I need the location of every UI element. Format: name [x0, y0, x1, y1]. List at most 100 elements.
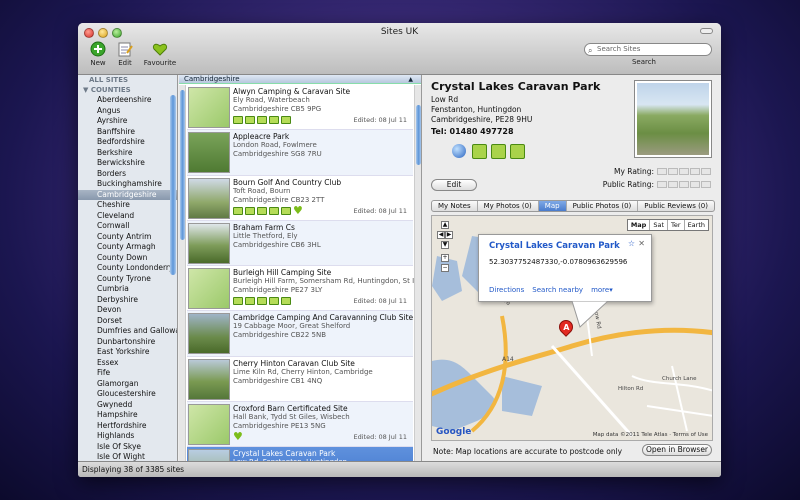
- sidebar-item-county-down[interactable]: County Down: [78, 253, 177, 264]
- tab-my-photos-0[interactable]: My Photos (0): [478, 201, 539, 211]
- bubble-coordinates: 52.3037752487330,-0.0780963629596: [489, 258, 628, 266]
- my-rating-stars[interactable]: [657, 168, 711, 175]
- sidebar-item-borders[interactable]: Borders: [78, 169, 177, 180]
- map-type-earth[interactable]: Earth: [685, 220, 708, 230]
- search-label: Search: [631, 58, 656, 66]
- map-view[interactable]: A1096 A14 Low Rd Church Lane Hilton Rd ▲…: [431, 215, 713, 441]
- site-thumbnail: [188, 177, 230, 219]
- list-item-title: Croxford Barn Certificated Site: [233, 404, 348, 414]
- sidebar-item-aberdeenshire[interactable]: Aberdeenshire: [78, 95, 177, 106]
- sidebar-scrollbar[interactable]: [170, 95, 176, 275]
- tab-public-reviews-0[interactable]: Public Reviews (0): [638, 201, 714, 211]
- sidebar-item-dorset[interactable]: Dorset: [78, 316, 177, 327]
- sidebar-item-berwickshire[interactable]: Berwickshire: [78, 158, 177, 169]
- sidebar-item-berkshire[interactable]: Berkshire: [78, 148, 177, 159]
- open-in-browser-button[interactable]: Open in Browser: [642, 444, 712, 456]
- sidebar-item-gloucestershire[interactable]: Gloucestershire: [78, 389, 177, 400]
- sidebar-item-dunbartonshire[interactable]: Dunbartonshire: [78, 337, 177, 348]
- list-item-title: Braham Farm Cs: [233, 222, 295, 232]
- sidebar-item-cornwall[interactable]: Cornwall: [78, 221, 177, 232]
- sidebar-item-fife[interactable]: Fife: [78, 368, 177, 379]
- sidebar-item-cleveland[interactable]: Cleveland: [78, 211, 177, 222]
- pan-left-button[interactable]: ◀: [437, 231, 445, 239]
- sidebar-item-highlands[interactable]: Highlands: [78, 431, 177, 442]
- list-item-address: Toft Road, Bourn: [233, 186, 291, 195]
- list-scrollbar[interactable]: [414, 85, 421, 461]
- list-item[interactable]: Cambridge Camping And Caravanning Club S…: [187, 311, 413, 357]
- sidebar-item-county-armagh[interactable]: County Armagh: [78, 242, 177, 253]
- sidebar-counties-header[interactable]: ▼ COUNTIES: [78, 85, 177, 95]
- sidebar-item-county-londonderry[interactable]: County Londonderry: [78, 263, 177, 274]
- directions-link[interactable]: Directions: [489, 286, 524, 294]
- sidebar-all-sites[interactable]: ALL SITES: [78, 75, 177, 85]
- pan-right-button[interactable]: ▶: [445, 231, 453, 239]
- list-left-scrollbar[interactable]: [179, 85, 186, 461]
- sidebar: ALL SITES ▼ COUNTIES Aberdeenshire Angus A…: [78, 75, 178, 461]
- search-nearby-link[interactable]: Search nearby: [532, 286, 583, 294]
- sidebar-item-buckinghamshire[interactable]: Buckinghamshire: [78, 179, 177, 190]
- tab-map[interactable]: Map: [538, 201, 567, 211]
- list-item[interactable]: Burleigh Hill Camping Site Burleigh Hill…: [187, 266, 418, 312]
- list-item[interactable]: Appleacre Park London Road, Fowlmere Cam…: [187, 130, 413, 176]
- sidebar-item-derbyshire[interactable]: Derbyshire: [78, 295, 177, 306]
- sidebar-item-essex[interactable]: Essex: [78, 358, 177, 369]
- motorhome-icon: [491, 144, 506, 159]
- sidebar-item-county-antrim[interactable]: County Antrim: [78, 232, 177, 243]
- sidebar-item-cheshire[interactable]: Cheshire: [78, 200, 177, 211]
- my-rating[interactable]: My Rating:: [614, 167, 711, 176]
- edit-site-button[interactable]: Edit: [431, 179, 477, 191]
- bubble-title[interactable]: Crystal Lakes Caravan Park: [489, 241, 620, 251]
- zoom-out-button[interactable]: −: [441, 264, 449, 272]
- sidebar-item-dumfries-and-galloway[interactable]: Dumfries and Galloway: [78, 326, 177, 337]
- list-item-postcode: Cambridgeshire CB22 5NB: [233, 331, 327, 340]
- map-type-ter[interactable]: Ter: [668, 220, 685, 230]
- sidebar-item-gwynedd[interactable]: Gwynedd: [78, 400, 177, 411]
- zoom-in-button[interactable]: +: [441, 254, 449, 262]
- list-item[interactable]: Alwyn Camping & Caravan Site Ely Road, W…: [187, 85, 413, 131]
- sidebar-item-isle-of-skye[interactable]: Isle Of Skye: [78, 442, 177, 453]
- site-photo[interactable]: [634, 80, 712, 158]
- toolbar: Sites UK New Edit Favourite ⌕ Search Sit…: [78, 23, 721, 75]
- map-pan-zoom-control: ▲ ◀ ▶ ▼ + −: [437, 219, 453, 272]
- list-header[interactable]: Cambridgeshire ▲: [179, 75, 421, 84]
- list-item[interactable]: Cherry Hinton Caravan Club Site Lime Kil…: [187, 357, 413, 403]
- sidebar-item-angus[interactable]: Angus: [78, 106, 177, 117]
- sidebar-item-east-yorkshire[interactable]: East Yorkshire: [78, 347, 177, 358]
- sidebar-item-cambridgeshire[interactable]: Cambridgeshire: [78, 189, 177, 200]
- sidebar-item-devon[interactable]: Devon: [78, 305, 177, 316]
- map-type-map[interactable]: Map: [628, 220, 651, 230]
- detail-panel: Crystal Lakes Caravan Park Low Rd Fensta…: [423, 75, 721, 461]
- sidebar-item-bedfordshire[interactable]: Bedfordshire: [78, 137, 177, 148]
- site-thumbnail: [188, 449, 230, 461]
- list-item-title: Burleigh Hill Camping Site: [233, 268, 332, 278]
- list-item[interactable]: Braham Farm Cs Little Thetford, Ely Camb…: [187, 220, 413, 267]
- tab-my-notes[interactable]: My Notes: [432, 201, 478, 211]
- list-item[interactable]: Crystal Lakes Caravan Park Low Rd, Fenst…: [187, 447, 413, 461]
- star-icon[interactable]: ☆: [628, 239, 635, 248]
- sidebar-item-hertfordshire[interactable]: Hertfordshire: [78, 421, 177, 432]
- edit-toolbar-button[interactable]: Edit: [105, 41, 145, 67]
- site-thumbnail: [188, 313, 230, 355]
- sidebar-item-ayrshire[interactable]: Ayrshire: [78, 116, 177, 127]
- pan-up-button[interactable]: ▲: [441, 221, 449, 229]
- close-icon[interactable]: ✕: [638, 239, 645, 248]
- more-link[interactable]: more▾: [591, 286, 613, 294]
- list-item-edited: Edited: 08 Jul 11: [353, 433, 408, 442]
- tab-public-photos-0[interactable]: Public Photos (0): [567, 201, 639, 211]
- map-type-sat[interactable]: Sat: [650, 220, 669, 230]
- sidebar-item-glamorgan[interactable]: Glamorgan: [78, 379, 177, 390]
- sidebar-item-cumbria[interactable]: Cumbria: [78, 284, 177, 295]
- search-input[interactable]: ⌕ Search Sites: [584, 43, 712, 56]
- sidebar-item-county-tyrone[interactable]: County Tyrone: [78, 274, 177, 285]
- facility-icon: [269, 206, 279, 215]
- sidebar-item-hampshire[interactable]: Hampshire: [78, 410, 177, 421]
- website-globe-icon[interactable]: [452, 144, 466, 158]
- favourite-button[interactable]: Favourite: [140, 41, 180, 67]
- list-item-address: Ely Road, Waterbeach: [233, 96, 310, 104]
- pan-down-button[interactable]: ▼: [441, 241, 449, 249]
- sidebar-item-isle-of-wight[interactable]: Isle Of Wight: [78, 452, 177, 461]
- sidebar-item-banffshire[interactable]: Banffshire: [78, 127, 177, 138]
- list-item[interactable]: Croxford Barn Certificated Site Hall Ban…: [187, 402, 413, 448]
- list-item[interactable]: Bourn Golf And Country Club Toft Road, B…: [187, 176, 413, 221]
- toolbar-toggle-button[interactable]: [700, 28, 713, 34]
